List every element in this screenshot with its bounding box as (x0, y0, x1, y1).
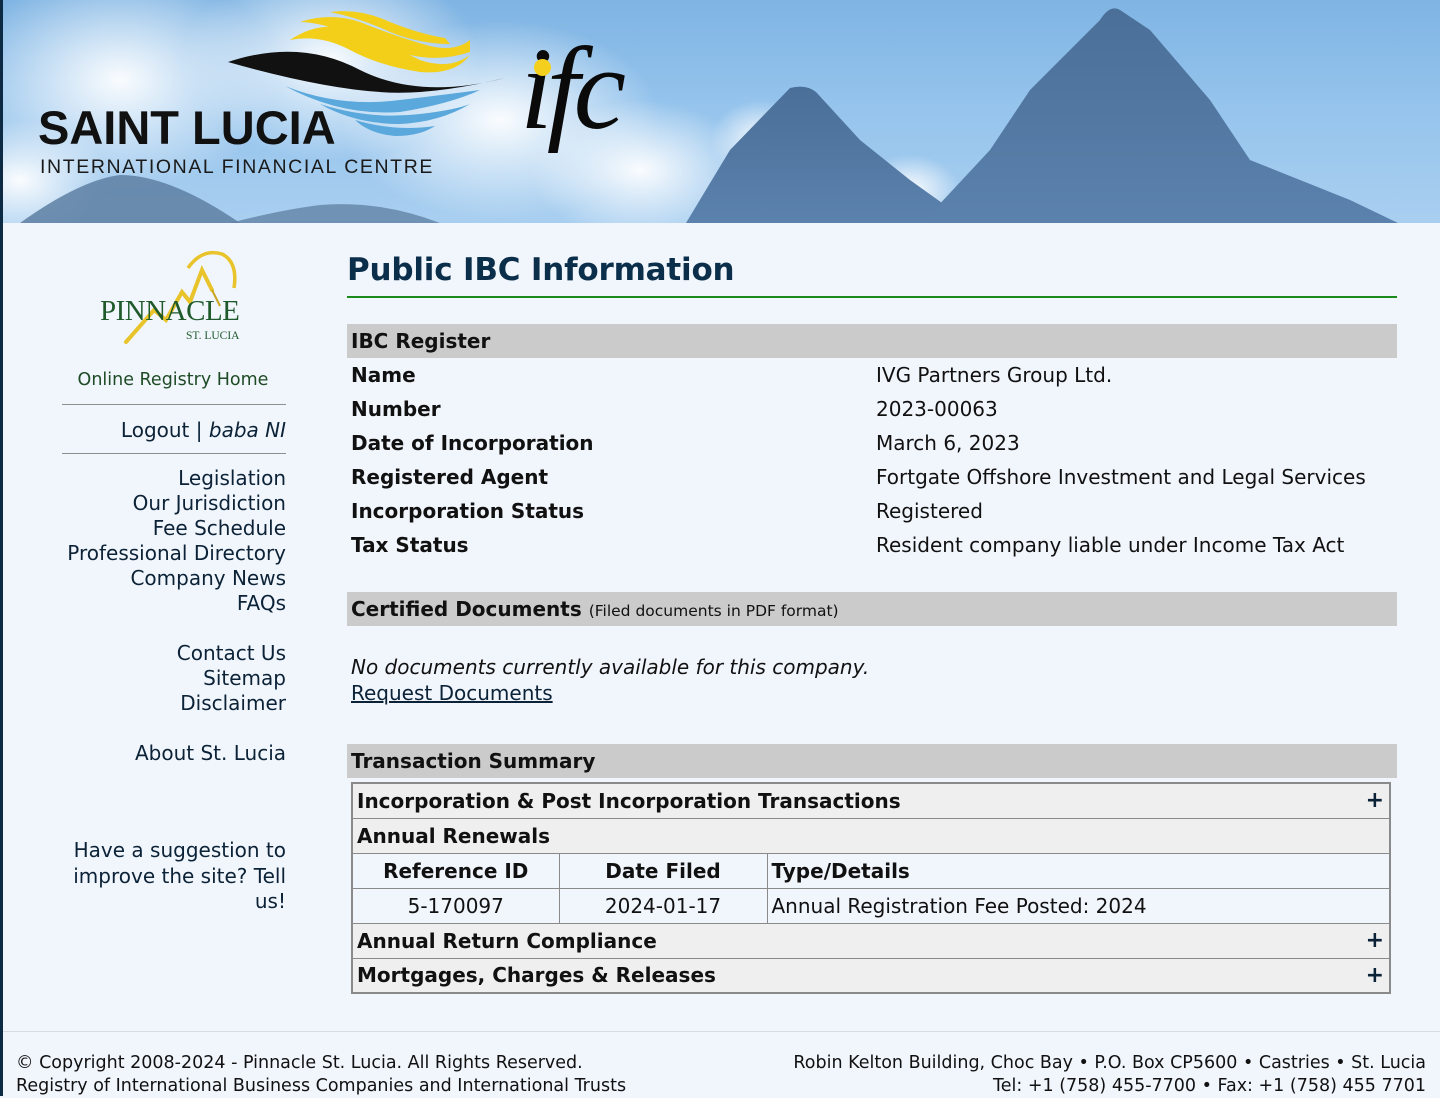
expand-plus-icon[interactable]: + (1366, 928, 1384, 953)
nav-about-st-lucia[interactable]: About St. Lucia (62, 741, 286, 766)
title-divider (347, 296, 1397, 298)
main-content: Public IBC Information IBC Register Name… (347, 250, 1397, 994)
copyright-text: © Copyright 2008-2024 - Pinnacle St. Luc… (16, 1053, 583, 1073)
table-row: Incorporation Status Registered (347, 494, 1397, 528)
nav-legislation[interactable]: Legislation (62, 466, 286, 491)
footer-right: Robin Kelton Building, Choc Bay • P.O. B… (793, 1052, 1426, 1098)
no-documents-message: No documents currently available for thi… (351, 655, 870, 679)
column-header-reference-id: Reference ID (351, 852, 560, 889)
address-text: Robin Kelton Building, Choc Bay • P.O. B… (793, 1053, 1426, 1073)
nav-sitemap[interactable]: Sitemap (62, 666, 286, 691)
expand-plus-icon[interactable]: + (1366, 963, 1384, 988)
nav-contact-us[interactable]: Contact Us (62, 641, 286, 666)
table-row: Date of Incorporation March 6, 2023 (347, 426, 1397, 460)
brand-ifc-logo: ifc (520, 23, 626, 154)
table-row: Name IVG Partners Group Ltd. (347, 358, 1397, 392)
number-value: 2023-00063 (876, 397, 998, 421)
transaction-summary-table: Incorporation & Post Incorporation Trans… (351, 782, 1391, 994)
incorporation-status-label: Incorporation Status (351, 499, 585, 523)
registered-agent-value: Fortgate Offshore Investment and Legal S… (876, 465, 1366, 489)
documents-block: No documents currently available for thi… (347, 626, 1397, 706)
incorporation-status-value: Registered (876, 499, 983, 523)
reference-id-cell: 5-170097 (351, 887, 560, 924)
suggestion-link[interactable]: Have a suggestion to improve the site? T… (62, 838, 286, 915)
table-row: Number 2023-00063 (347, 392, 1397, 426)
separator: | (195, 418, 203, 442)
user-session: Logout | baba NI (62, 405, 286, 453)
date-of-incorporation-label: Date of Incorporation (351, 431, 594, 455)
nav-our-jurisdiction[interactable]: Our Jurisdiction (62, 491, 286, 516)
tax-status-value: Resident company liable under Income Tax… (876, 533, 1345, 557)
expand-plus-icon[interactable]: + (1366, 788, 1384, 813)
date-of-incorporation-value: March 6, 2023 (876, 431, 1020, 455)
certified-documents-title: Certified Documents (351, 597, 582, 621)
compliance-group-label: Annual Return Compliance (357, 928, 657, 953)
nav-professional-directory[interactable]: Professional Directory (62, 541, 286, 566)
tax-status-label: Tax Status (351, 533, 469, 557)
online-registry-home-link[interactable]: Online Registry Home (62, 370, 286, 390)
page-title: Public IBC Information (347, 252, 735, 288)
logout-link[interactable]: Logout (121, 418, 189, 442)
pinnacle-sub-wordmark: ST. LUCIA (186, 330, 240, 342)
renewals-group-row: Annual Renewals (351, 817, 1391, 854)
date-filed-cell: 2024-01-17 (558, 887, 768, 924)
ibc-register-table: Name IVG Partners Group Ltd. Number 2023… (347, 358, 1397, 562)
number-label: Number (351, 397, 441, 421)
registered-agent-label: Registered Agent (351, 465, 549, 489)
sidebar-nav: Legislation Our Jurisdiction Fee Schedul… (62, 466, 286, 766)
certified-documents-note: (Filed documents in PDF format) (588, 602, 839, 620)
name-label: Name (351, 363, 416, 387)
request-documents-link[interactable]: Request Documents (351, 681, 553, 705)
brand-subtitle: INTERNATIONAL FINANCIAL CENTRE (40, 156, 434, 178)
sidebar-divider (62, 453, 286, 454)
sidebar: PINNACLE ST. LUCIA Online Registry Home … (62, 240, 286, 915)
pinnacle-logo[interactable]: PINNACLE ST. LUCIA (62, 240, 286, 352)
suggestion-line-2: improve the site? Tell us! (73, 863, 286, 914)
ifc-dot-icon (534, 59, 551, 76)
footer-left: © Copyright 2008-2024 - Pinnacle St. Luc… (16, 1052, 626, 1098)
left-edge-stripe (0, 0, 3, 1096)
mortgages-group-label: Mortgages, Charges & Releases (357, 963, 716, 988)
nav-fee-schedule[interactable]: Fee Schedule (62, 516, 286, 541)
incorporation-group-row[interactable]: Incorporation & Post Incorporation Trans… (351, 782, 1391, 819)
nav-company-news[interactable]: Company News (62, 566, 286, 591)
username: baba NI (208, 418, 286, 442)
compliance-group-row[interactable]: Annual Return Compliance + (351, 922, 1391, 959)
phone-fax-text: Tel: +1 (758) 455-7700 • Fax: +1 (758) 4… (993, 1076, 1426, 1096)
incorporation-group[interactable]: Incorporation & Post Incorporation Trans… (351, 782, 1391, 819)
type-details-cell: Annual Registration Fee Posted: 2024 (766, 887, 1391, 924)
nav-faqs[interactable]: FAQs (62, 591, 286, 616)
mortgages-group[interactable]: Mortgages, Charges & Releases + (351, 957, 1391, 994)
incorporation-group-label: Incorporation & Post Incorporation Trans… (357, 788, 901, 813)
table-row: 5-170097 2024-01-17 Annual Registration … (351, 887, 1391, 924)
transaction-summary-header: Transaction Summary (347, 744, 1397, 778)
registry-text: Registry of International Business Compa… (16, 1076, 627, 1096)
nav-disclaimer[interactable]: Disclaimer (62, 691, 286, 716)
renewals-header-row: Reference ID Date Filed Type/Details (351, 852, 1391, 889)
annual-return-compliance-group[interactable]: Annual Return Compliance + (351, 922, 1391, 959)
certified-documents-header: Certified Documents (Filed documents in … (347, 592, 1397, 626)
table-row: Tax Status Resident company liable under… (347, 528, 1397, 562)
annual-renewals-group: Annual Renewals (351, 817, 1391, 854)
brand-saint-lucia: SAINT LUCIA (38, 101, 336, 154)
suggestion-line-1: Have a suggestion to (73, 838, 286, 862)
ibc-register-header: IBC Register (347, 324, 1397, 358)
pinnacle-wordmark: PINNACLE (100, 295, 240, 327)
column-header-date-filed: Date Filed (558, 852, 768, 889)
mortgages-group-row[interactable]: Mortgages, Charges & Releases + (351, 957, 1391, 994)
table-row: Registered Agent Fortgate Offshore Inves… (347, 460, 1397, 494)
name-value: IVG Partners Group Ltd. (876, 363, 1113, 387)
column-header-type-details: Type/Details (766, 852, 1391, 889)
footer-divider (3, 1031, 1440, 1032)
header-banner: SAINT LUCIA INTERNATIONAL FINANCIAL CENT… (0, 0, 1440, 223)
